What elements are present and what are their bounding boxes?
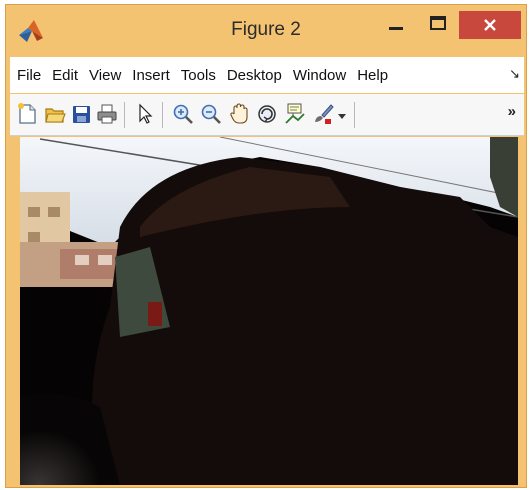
figure-toolbar: » bbox=[10, 94, 524, 136]
menu-window[interactable]: Window bbox=[289, 67, 350, 84]
new-figure-icon[interactable] bbox=[16, 102, 38, 126]
toolbar-separator bbox=[354, 102, 355, 128]
print-icon[interactable] bbox=[96, 102, 118, 126]
menu-desktop[interactable]: Desktop bbox=[223, 67, 286, 84]
pointer-icon[interactable] bbox=[134, 102, 156, 126]
toolbar-separator bbox=[162, 102, 163, 128]
zoom-out-icon[interactable] bbox=[200, 102, 222, 126]
menu-bar: File Edit View Insert Tools Desktop Wind… bbox=[10, 57, 524, 93]
figure-axes[interactable] bbox=[20, 137, 518, 485]
photo-image bbox=[20, 137, 518, 485]
zoom-in-icon[interactable] bbox=[172, 102, 194, 126]
minimize-button[interactable] bbox=[376, 11, 416, 39]
menu-help[interactable]: Help bbox=[353, 67, 392, 84]
menu-file[interactable]: File bbox=[13, 67, 45, 84]
rotate-3d-icon[interactable] bbox=[256, 102, 278, 126]
brush-icon[interactable] bbox=[312, 102, 334, 126]
minimize-icon bbox=[389, 27, 403, 30]
menu-tools[interactable]: Tools bbox=[177, 67, 220, 84]
matlab-logo-icon bbox=[19, 20, 43, 42]
close-button[interactable] bbox=[459, 11, 521, 39]
toolbar-separator bbox=[124, 102, 125, 128]
menu-view[interactable]: View bbox=[85, 67, 125, 84]
menu-edit[interactable]: Edit bbox=[48, 67, 82, 84]
pan-hand-icon[interactable] bbox=[228, 102, 250, 126]
title-bar[interactable]: Figure 2 bbox=[6, 5, 526, 53]
close-icon bbox=[484, 19, 496, 31]
dropdown-arrow-icon[interactable] bbox=[336, 102, 348, 126]
toolbar-overflow-icon[interactable]: » bbox=[508, 103, 516, 120]
open-file-icon[interactable] bbox=[44, 102, 66, 126]
data-cursor-icon[interactable] bbox=[284, 102, 306, 126]
menu-overflow-icon[interactable]: ↘ bbox=[509, 66, 520, 82]
figure-window: Figure 2 File Edit View Insert Tools Des… bbox=[5, 4, 527, 488]
save-icon[interactable] bbox=[70, 102, 92, 126]
maximize-button[interactable] bbox=[418, 11, 458, 39]
menu-insert[interactable]: Insert bbox=[128, 67, 174, 84]
